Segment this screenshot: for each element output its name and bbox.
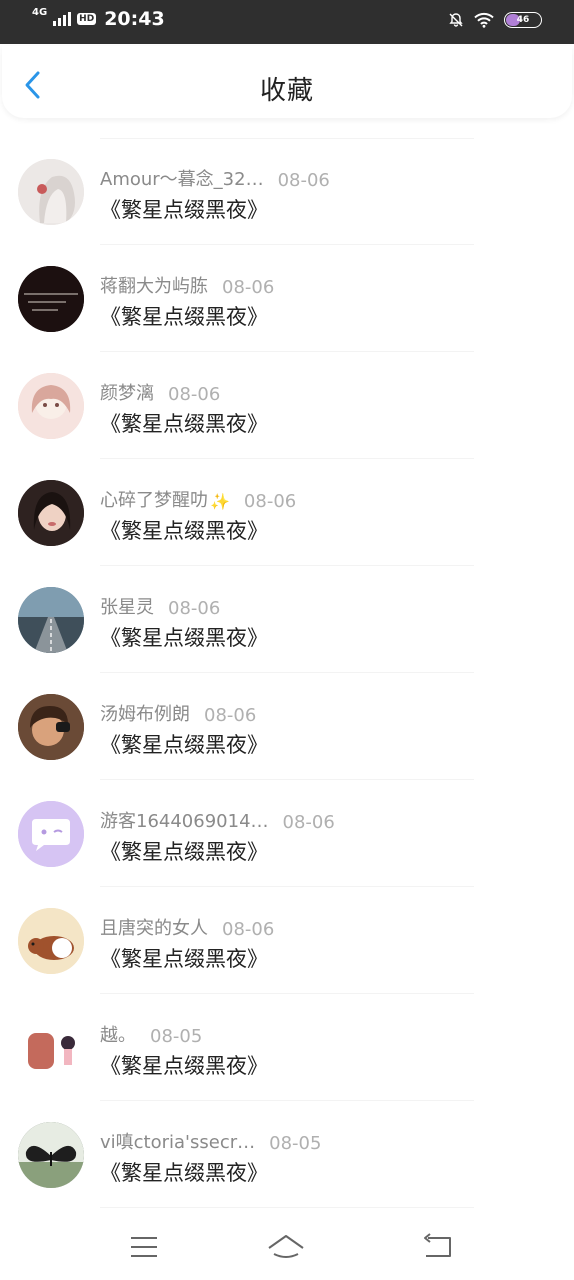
list-item[interactable]: 游客1644069014… 08-06 《繁星点缀黑夜》 xyxy=(0,780,574,887)
book-title[interactable]: 《繁星点缀黑夜》 xyxy=(100,301,268,331)
list-item[interactable]: 颜梦漓 08-06 《繁星点缀黑夜》 xyxy=(0,352,574,459)
user-name: vi嗔ctoria'ssecr… xyxy=(100,1132,256,1153)
date: 08-06 xyxy=(243,491,297,512)
date: 08-05 xyxy=(269,1133,322,1154)
book-title[interactable]: 《繁星点缀黑夜》 xyxy=(100,836,268,866)
list-item[interactable]: vi嗔ctoria'ssecr… 08-05 《繁星点缀黑夜》 xyxy=(0,1101,574,1208)
list-item[interactable]: 汤姆布例朗 08-06 《繁星点缀黑夜》 xyxy=(0,673,574,780)
user-name: 张星灵 xyxy=(100,597,154,618)
avatar[interactable] xyxy=(18,694,84,760)
return-button[interactable] xyxy=(416,1230,456,1264)
date: 08-06 xyxy=(277,170,330,191)
avatar[interactable] xyxy=(18,587,84,653)
list-item[interactable]: 且唐突的女人 08-06 《繁星点缀黑夜》 xyxy=(0,887,574,994)
menu-icon xyxy=(131,1237,157,1257)
date: 08-06 xyxy=(168,598,221,619)
avatar[interactable] xyxy=(18,266,84,332)
list-item[interactable]: 蒋翻大为屿胨 08-06 《繁星点缀黑夜》 xyxy=(0,245,574,352)
home-icon xyxy=(268,1235,304,1258)
user-name: 心碎了梦醒叻 xyxy=(100,490,208,511)
battery-icon: 46 xyxy=(504,12,542,28)
avatar[interactable] xyxy=(18,1122,84,1188)
book-title[interactable]: 《繁星点缀黑夜》 xyxy=(100,515,268,545)
battery-level: 46 xyxy=(516,15,530,25)
book-title[interactable]: 《繁星点缀黑夜》 xyxy=(100,1050,268,1080)
user-name: 汤姆布例朗 xyxy=(100,704,190,725)
book-title[interactable]: 《繁星点缀黑夜》 xyxy=(100,408,268,438)
avatar[interactable] xyxy=(18,908,84,974)
page-title: 收藏 xyxy=(259,76,314,106)
user-name: 游客1644069014… xyxy=(100,811,269,832)
header: 收藏 xyxy=(2,46,572,118)
date: 08-06 xyxy=(204,705,257,726)
date: 08-06 xyxy=(222,919,275,940)
user-name: 颜梦漓 xyxy=(100,383,154,404)
clock: 20:43 xyxy=(104,8,165,30)
hd-badge: HD xyxy=(77,13,97,25)
user-name: Amour～暮念_32… xyxy=(100,169,264,190)
book-title[interactable]: 《繁星点缀黑夜》 xyxy=(100,729,268,759)
wifi-icon xyxy=(474,12,494,28)
user-name: 越。 xyxy=(100,1025,136,1046)
system-nav-bar xyxy=(0,1216,574,1280)
favorites-list: Amour～暮念_32… 08-06 《繁星点缀黑夜》 蒋翻大为屿胨 08-06 《… xyxy=(0,138,574,1208)
list-item[interactable]: 心碎了梦醒叻 ✨ 08-06 《繁星点缀黑夜》 xyxy=(0,459,574,566)
return-icon xyxy=(424,1233,451,1257)
network-type: 4G xyxy=(32,7,48,18)
date: 08-05 xyxy=(150,1026,203,1047)
signal-icon xyxy=(53,12,72,26)
book-title[interactable]: 《繁星点缀黑夜》 xyxy=(100,1157,268,1187)
book-title[interactable]: 《繁星点缀黑夜》 xyxy=(100,194,268,224)
date: 08-06 xyxy=(168,384,221,405)
avatar[interactable] xyxy=(18,159,84,225)
mute-bell-icon xyxy=(449,13,463,27)
list-item[interactable]: 张星灵 08-06 《繁星点缀黑夜》 xyxy=(0,566,574,673)
status-bar: 4G HD 20:43 46 xyxy=(0,0,574,44)
user-name: 且唐突的女人 xyxy=(100,918,208,939)
avatar[interactable] xyxy=(18,480,84,546)
list-item[interactable]: 越。 08-05 《繁星点缀黑夜》 xyxy=(0,994,574,1101)
date: 08-06 xyxy=(282,812,335,833)
avatar[interactable] xyxy=(18,801,84,867)
chat-bubble-icon xyxy=(18,801,84,867)
date: 08-06 xyxy=(222,277,275,298)
avatar[interactable] xyxy=(18,1015,84,1081)
menu-button[interactable] xyxy=(124,1230,164,1264)
book-title[interactable]: 《繁星点缀黑夜》 xyxy=(100,622,268,652)
book-title[interactable]: 《繁星点缀黑夜》 xyxy=(100,943,268,973)
list-item[interactable]: Amour～暮念_32… 08-06 《繁星点缀黑夜》 xyxy=(0,138,574,245)
avatar[interactable] xyxy=(18,373,84,439)
divider xyxy=(100,1207,474,1208)
home-button[interactable] xyxy=(266,1230,306,1264)
sparkle-icon: ✨ xyxy=(210,492,230,511)
user-name: 蒋翻大为屿胨 xyxy=(100,276,208,297)
